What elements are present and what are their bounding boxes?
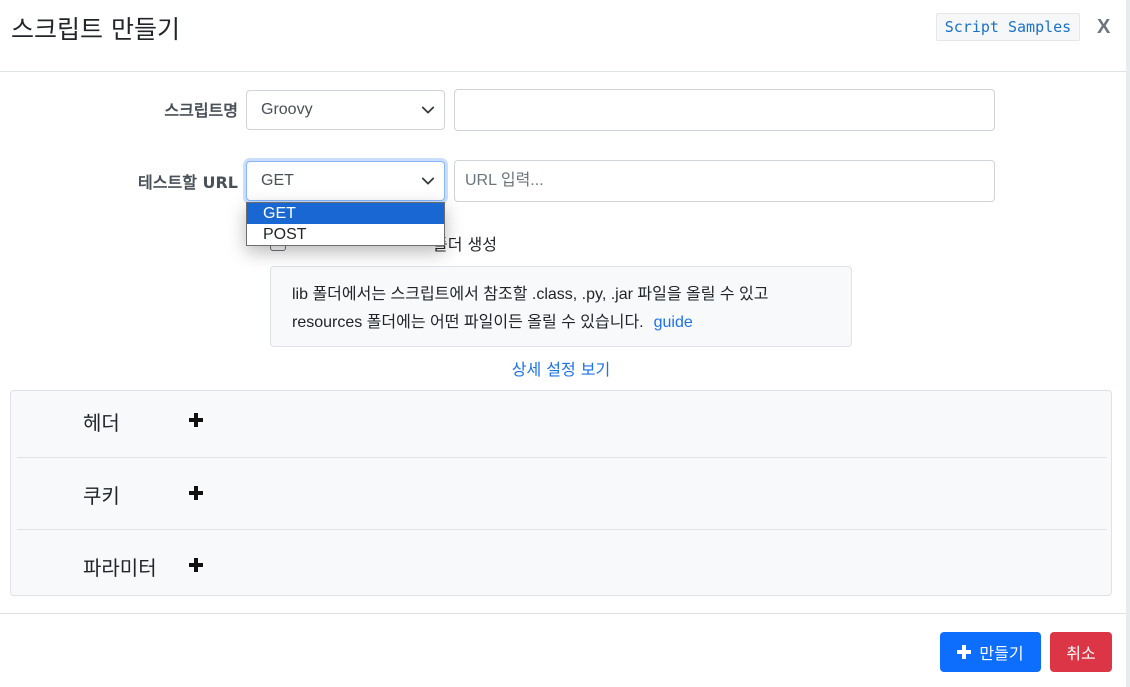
folder-info-box: lib 폴더에서는 스크립트에서 참조할 .class, .py, .jar 파… xyxy=(270,266,852,347)
parameters-section-title: 파라미터 xyxy=(83,556,157,580)
headers-section-title: 헤더 xyxy=(83,411,120,435)
modal-header: 스크립트 만들기 Script Samples X xyxy=(0,0,1130,72)
guide-link[interactable]: guide xyxy=(654,314,693,331)
modal-title: 스크립트 만들기 xyxy=(11,15,180,44)
info-text-line1: lib 폴더에서는 스크립트에서 참조할 .class, .py, .jar 파… xyxy=(292,286,769,303)
modal-footer: 만들기 취소 xyxy=(0,613,1130,687)
language-select[interactable]: Groovy xyxy=(246,90,445,130)
info-text-line2-wrap: resources 폴더에는 어떤 파일이든 올릴 수 있습니다. guide xyxy=(292,309,851,337)
http-method-select-value: GET xyxy=(261,172,294,189)
test-url-label: 테스트할 URL xyxy=(138,173,238,192)
cookies-section: 쿠키 xyxy=(17,457,1107,529)
script-name-input[interactable] xyxy=(454,89,995,131)
add-header-plus-icon[interactable] xyxy=(187,411,205,429)
close-icon[interactable]: X xyxy=(1097,16,1110,39)
http-method-dropdown: GET POST xyxy=(246,202,445,246)
url-input[interactable] xyxy=(454,160,995,202)
advanced-settings-link[interactable]: 상세 설정 보기 xyxy=(0,356,1122,380)
chevron-down-icon xyxy=(421,106,435,114)
http-method-select[interactable]: GET xyxy=(246,161,445,201)
add-cookie-plus-icon[interactable] xyxy=(187,484,205,502)
chevron-down-icon xyxy=(421,177,435,185)
script-samples-button[interactable]: Script Samples xyxy=(936,13,1080,41)
cookies-section-title: 쿠키 xyxy=(83,484,120,508)
scrollbar-track[interactable] xyxy=(1126,0,1130,687)
method-option-post[interactable]: POST xyxy=(247,224,444,245)
create-button[interactable]: 만들기 xyxy=(940,632,1041,672)
request-sections-panel: 헤더 쿠키 파라미터 xyxy=(10,390,1112,596)
script-name-label: 스크립트명 xyxy=(164,101,238,120)
headers-section: 헤더 xyxy=(17,391,1107,463)
plus-icon xyxy=(957,645,972,659)
add-parameter-plus-icon[interactable] xyxy=(187,556,205,574)
method-option-get[interactable]: GET xyxy=(247,203,444,224)
language-select-value: Groovy xyxy=(261,101,313,118)
parameters-section: 파라미터 xyxy=(17,529,1107,601)
cancel-button[interactable]: 취소 xyxy=(1050,632,1112,672)
info-text-line2: resources 폴더에는 어떤 파일이든 올릴 수 있습니다. xyxy=(292,314,644,331)
create-button-label: 만들기 xyxy=(979,644,1024,663)
